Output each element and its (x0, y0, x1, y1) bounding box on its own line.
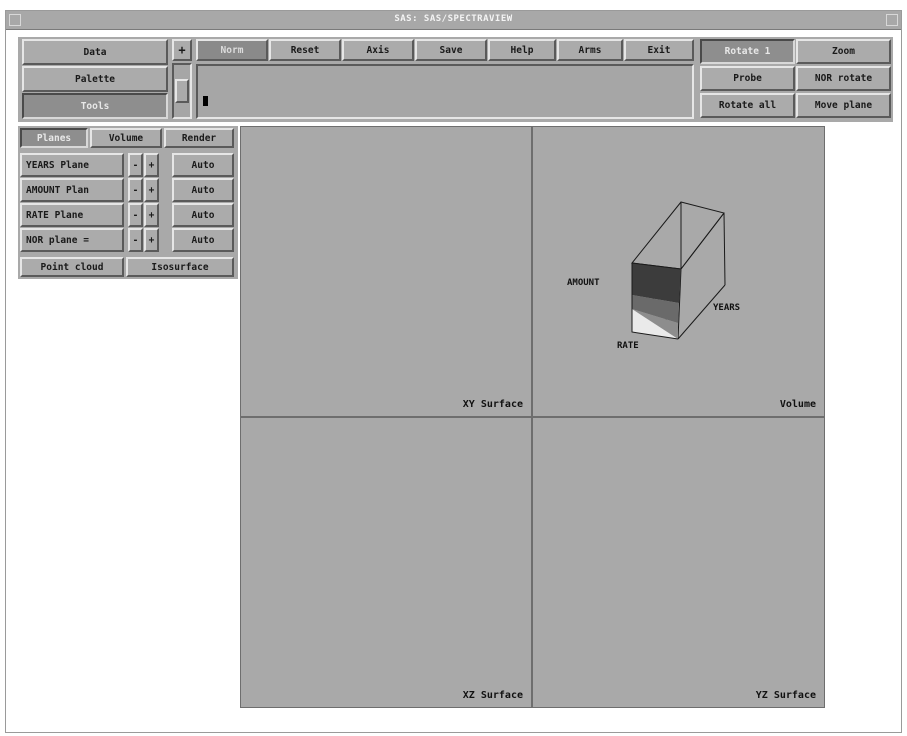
rate-axis-label: RATE (617, 341, 639, 351)
tools-menu-button[interactable]: Tools (22, 93, 168, 119)
scroll-thumb[interactable] (175, 79, 189, 103)
amount-plane-minus[interactable]: - (128, 178, 143, 202)
nor-rotate-button[interactable]: NOR rotate (796, 66, 891, 91)
amount-plane-button[interactable]: AMOUNT Plan (20, 178, 124, 202)
xz-surface-label: XZ Surface (462, 690, 523, 701)
years-axis-label: YEARS (713, 303, 741, 313)
nor-plane-minus[interactable]: - (128, 228, 143, 252)
palette-menu-button[interactable]: Palette (22, 66, 168, 92)
exit-button[interactable]: Exit (624, 39, 694, 61)
save-button[interactable]: Save (415, 39, 487, 61)
tab-render[interactable]: Render (164, 128, 234, 148)
rotate-all-button[interactable]: Rotate all (700, 93, 795, 118)
years-plane-button[interactable]: YEARS Plane (20, 153, 124, 177)
command-scrollbar[interactable] (172, 63, 192, 119)
probe-button[interactable]: Probe (700, 66, 795, 91)
yz-surface-label: YZ Surface (755, 690, 816, 701)
plus-button[interactable]: + (172, 39, 192, 61)
axis-button[interactable]: Axis (342, 39, 414, 61)
xy-surface-view[interactable]: XY Surface (240, 126, 532, 417)
move-plane-button[interactable]: Move plane (796, 93, 891, 118)
reset-button[interactable]: Reset (269, 39, 341, 61)
help-button[interactable]: Help (488, 39, 556, 61)
maximize-icon[interactable] (886, 14, 898, 26)
tab-volume[interactable]: Volume (90, 128, 162, 148)
amount-plane-plus[interactable]: + (144, 178, 159, 202)
amount-axis-label: AMOUNT (567, 278, 600, 288)
data-menu-button[interactable]: Data (22, 39, 168, 65)
years-plane-plus[interactable]: + (144, 153, 159, 177)
rotate-1-button[interactable]: Rotate 1 (700, 39, 795, 64)
text-cursor (203, 96, 208, 106)
yz-surface-view[interactable]: YZ Surface (532, 417, 825, 708)
years-plane-minus[interactable]: - (128, 153, 143, 177)
spectraview-window: SAS: SAS/SPECTRAVIEW Data Palette Tools … (5, 10, 902, 733)
tab-planes[interactable]: Planes (20, 128, 88, 148)
zoom-button[interactable]: Zoom (796, 39, 891, 64)
point-cloud-button[interactable]: Point cloud (20, 257, 124, 277)
xz-surface-view[interactable]: XZ Surface (240, 417, 532, 708)
nor-plane-plus[interactable]: + (144, 228, 159, 252)
title-bar[interactable]: SAS: SAS/SPECTRAVIEW (6, 11, 901, 30)
norm-button[interactable]: Norm (196, 39, 268, 61)
window-title: SAS: SAS/SPECTRAVIEW (394, 14, 513, 24)
nor-plane-button[interactable]: NOR plane = (20, 228, 124, 252)
isosurface-button[interactable]: Isosurface (126, 257, 234, 277)
nor-plane-auto[interactable]: Auto (172, 228, 234, 252)
volume-cube[interactable] (533, 127, 826, 418)
volume-view[interactable]: AMOUNT YEARS RATE Volume (532, 126, 825, 417)
rate-plane-minus[interactable]: - (128, 203, 143, 227)
rate-plane-auto[interactable]: Auto (172, 203, 234, 227)
amount-plane-auto[interactable]: Auto (172, 178, 234, 202)
rate-plane-plus[interactable]: + (144, 203, 159, 227)
command-input[interactable] (196, 64, 694, 119)
xy-surface-label: XY Surface (462, 399, 523, 410)
rate-plane-button[interactable]: RATE Plane (20, 203, 124, 227)
arms-button[interactable]: Arms (557, 39, 623, 61)
volume-label: Volume (779, 399, 816, 410)
years-plane-auto[interactable]: Auto (172, 153, 234, 177)
